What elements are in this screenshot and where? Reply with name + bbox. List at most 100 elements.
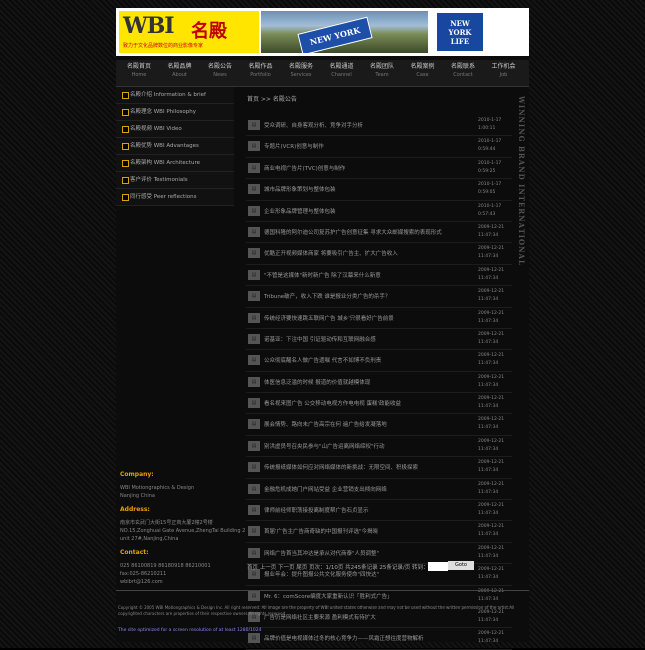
news-row[interactable]: ▤ 展会情势、路向未广告高宗在何 遍广告给发凝落地 2009-12-21 11:47…: [246, 414, 512, 436]
goto-button[interactable]: Goto: [448, 561, 474, 570]
news-title[interactable]: 商业电视广告片(TVC)创意与制作: [264, 164, 444, 172]
news-title[interactable]: "不管是这媒体"新时新广告 除了汉幕来什么新意: [264, 271, 444, 279]
news-date: 2009-12-21 11:47:34: [478, 438, 505, 452]
sidebar-item[interactable]: 客户评价 Testimonials: [116, 172, 234, 189]
nav-item-team[interactable]: 名殿团队 Team: [362, 62, 402, 79]
nav-label-en: Team: [375, 72, 389, 78]
sidebar-item-label: 名殿架构 WBI Architecture: [130, 160, 201, 166]
news-row[interactable]: ▤ 专题片(VCR)创意与制作 2010-1-17 0:59:44: [246, 136, 512, 158]
sidebar-item[interactable]: 名殿视频 WBI Video: [116, 121, 234, 138]
sidebar: 名殿介绍 Information & brief 名殿理念 WBI Philoso…: [116, 87, 234, 206]
news-title[interactable]: 金融危机成她门户网站受益 企业营销支出倾向网络: [264, 485, 444, 493]
sidebar-item[interactable]: 名殿架构 WBI Architecture: [116, 155, 234, 172]
sidebar-item-label: 名殿视频 WBI Video: [130, 126, 182, 132]
news-title[interactable]: 体医信息泛滥的时候 报道的价值就越模体现: [264, 378, 444, 386]
news-title[interactable]: 传统经济要快速跳五联网广告 城乡'只很看好广告前景: [264, 314, 444, 322]
nav-label-en: About: [172, 72, 187, 78]
nav-item-channel[interactable]: 名殿通道 Channel: [322, 62, 362, 79]
news-row[interactable]: ▤ 体医信息泛滥的时候 报道的价值就越模体现 2009-12-21 11:47:34: [246, 372, 512, 394]
nav-item-about[interactable]: 名殿品牌 About: [160, 62, 200, 79]
news-title[interactable]: 德国科隆的阿尔迪公司复苏护广告创意征集 寻求大众邮媒搜索的表现形式: [264, 228, 444, 236]
news-row[interactable]: ▤ 受众调研、自身客观分析、竞争对手分析 2010-1-17 1:00:11: [246, 115, 512, 137]
nav-item-services[interactable]: 名殿服务 Services: [281, 62, 321, 79]
news-row[interactable]: ▤ Tribune破产，收入下跌 谁是报业分类广告的杀手？ 2009-12-21 1…: [246, 286, 512, 308]
nav-item-home[interactable]: 名殿首页 Home: [119, 62, 159, 79]
news-title[interactable]: Tribune破产，收入下跌 谁是报业分类广告的杀手？: [264, 292, 444, 300]
company-info: Company: WBI Motiongraphics & Design Nan…: [120, 471, 246, 592]
news-row[interactable]: ▤ 金融危机成她门户网站受益 企业营销支出倾向网络 2009-12-21 11:47…: [246, 479, 512, 501]
nav-label-cn: 名殿公告: [207, 63, 232, 70]
news-title[interactable]: 企业形象品牌管理与整体包装: [264, 207, 444, 215]
article-icon: ▤: [248, 419, 260, 430]
company-heading: Company:: [120, 471, 154, 478]
news-title[interactable]: 受众调研、自身客观分析、竞争对手分析: [264, 121, 444, 129]
news-title[interactable]: 网络广告首当其冲达是承从对代商泰"人员调整": [264, 549, 444, 557]
news-title[interactable]: 看名视来图广告 公交移动电视方作电电视 蛋糕'政能收益: [264, 399, 444, 407]
news-row[interactable]: ▤ Mr. 6：comScore编度大家重新认识「胜利式广告」 2009-12-21…: [246, 586, 512, 607]
news-title[interactable]: 别洪虚员号召央民参与"山广告运离网络缔权"行动: [264, 442, 444, 450]
news-row[interactable]: ▤ 首届'广告主广告商奇缺的中国报刊评选"今揭晓 2009-12-21 11:47:…: [246, 521, 512, 543]
news-date: 2009-12-21 11:47:34: [478, 310, 505, 324]
pagination[interactable]: 首页 上一页 下一页 尾页 页次：1/10页 共245条记录 25条记录/页 转…: [247, 563, 428, 571]
article-icon: ▤: [248, 376, 260, 387]
news-row[interactable]: ▤ 德国科隆的阿尔迪公司复苏护广告创意征集 寻求大众邮媒搜索的表现形式 2009-1…: [246, 222, 512, 244]
news-row[interactable]: ▤ 传统报纸媒体如何应对网络媒体的新挑战：无限空间、积极探索 2009-12-21 …: [246, 457, 512, 479]
news-row[interactable]: ▤ 企业形象品牌管理与整体包装 2010-1-17 0:57:43: [246, 201, 512, 222]
news-title[interactable]: 品牌价值是电视媒体过冬的核心竞争力——风霜正想往度营物解析: [264, 634, 444, 642]
sidebar-item-label: 名殿介绍 Information & brief: [130, 92, 206, 98]
news-date: 2009-12-21 11:47:34: [478, 631, 505, 645]
news-date: 2009-12-21 11:47:34: [478, 481, 505, 495]
breadcrumb[interactable]: 首页 >> 名殿公告: [247, 94, 297, 103]
banner-ad[interactable]: NEW YORK LIFE: [434, 11, 526, 53]
logo-mark: WBI: [123, 13, 175, 39]
news-date: 2009-12-21 11:47:34: [478, 417, 505, 431]
news-title[interactable]: 律师前经师职荡接投离制度帮广告石贞显示: [264, 506, 444, 514]
nav-item-job[interactable]: 工作机会 Job: [484, 62, 524, 79]
news-title[interactable]: 传统报纸媒体如何应对网络媒体的新挑战：无限空间、积极探索: [264, 463, 444, 471]
article-icon: ▤: [248, 462, 260, 473]
sidebar-item[interactable]: 名殿介绍 Information & brief: [116, 87, 234, 104]
news-row[interactable]: ▤ 传统经济要快速跳五联网广告 城乡'只很看好广告前景 2009-12-21 11:…: [246, 308, 512, 329]
sidebar-item[interactable]: 名殿理念 WBI Philosophy: [116, 104, 234, 121]
news-row[interactable]: ▤ 优酷正开视频媒体商家 将要吸引广告主、扩大广告收入 2009-12-21 11:…: [246, 243, 512, 265]
sidebar-item[interactable]: 同行感受 Peer reflections: [116, 189, 234, 206]
news-row[interactable]: ▤ "不管是这媒体"新时新广告 除了汉幕来什么新意 2009-12-21 11:47…: [246, 265, 512, 287]
news-title[interactable]: 公众彻底醒名人做广告遗嘱 代言不如博不负刑责: [264, 356, 444, 364]
logo-chinese-name: 名殿: [191, 21, 227, 42]
news-title[interactable]: 报业年会：提升图报公共文化服务使命"四快达": [264, 570, 444, 578]
nav-item-portfolio[interactable]: 名殿作品 Portfolio: [241, 62, 281, 79]
article-icon: ▤: [248, 312, 260, 323]
logo[interactable]: WBI 名殿 致力于文化品牌数位的商业影像专家: [119, 11, 259, 53]
logo-slogan: 致力于文化品牌数位的商业影像专家: [123, 43, 204, 49]
nav-label-en: Services: [290, 72, 312, 78]
news-title[interactable]: 首届'广告主广告商奇缺的中国报刊评选"今揭晓: [264, 527, 444, 535]
bullet-icon: [122, 143, 129, 150]
article-icon: ▤: [248, 226, 260, 237]
nav-label-cn: 名殿案例: [410, 63, 435, 70]
news-row[interactable]: ▤ 公众彻底醒名人做广告遗嘱 代言不如博不负刑责 2009-12-21 11:47:…: [246, 350, 512, 372]
news-row[interactable]: ▤ 别洪虚员号召央民参与"山广告运离网络缔权"行动 2009-12-21 11:47…: [246, 436, 512, 458]
news-row[interactable]: ▤ 诺基亚：下注中国 引证驱动传和互联网融合感 2009-12-21 11:47:3…: [246, 329, 512, 351]
nav-item-contact[interactable]: 名殿联系 Contact: [443, 62, 483, 79]
news-title[interactable]: 诺基亚：下注中国 引证驱动传和互联网融合感: [264, 335, 444, 343]
page-jump-input[interactable]: [428, 562, 448, 571]
news-row[interactable]: ▤ 商业电视广告片(TVC)创意与制作 2010-1-17 0:59:25: [246, 158, 512, 180]
news-row[interactable]: ▤ 看名视来图广告 公交移动电视方作电电视 蛋糕'政能收益 2009-12-21 1…: [246, 393, 512, 415]
news-row[interactable]: ▤ 律师前经师职荡接投离制度帮广告石贞显示 2009-12-21 11:47:34: [246, 500, 512, 522]
address-text: 南京市玄武门大街15号正商大厦2幢2号楼 NO.15,Zonghuai Gate…: [120, 520, 246, 542]
news-title[interactable]: 城市品牌形象策划与整体包装: [264, 185, 444, 193]
vertical-text: WINNING BRAND INTERNATIONAL: [517, 96, 526, 266]
banner-sign: NEW YORK: [297, 16, 373, 53]
news-row[interactable]: ▤ 城市品牌形象策划与整体包装 2010-1-17 0:59:05: [246, 179, 512, 201]
nav-item-news[interactable]: 名殿公告 News: [200, 62, 240, 79]
nav-item-case[interactable]: 名殿案例 Case: [403, 62, 443, 79]
news-title[interactable]: 展会情势、路向未广告高宗在何 遍广告给发凝落地: [264, 420, 444, 428]
news-title[interactable]: 优酷正开视频媒体商家 将要吸引广告主、扩大广告收入: [264, 249, 444, 257]
news-date: 2010-1-17 0:57:43: [478, 203, 502, 217]
main-navigation: 名殿首页 Home 名殿品牌 About 名殿公告 News 名殿作品 Portfolio 名殿…: [116, 60, 529, 87]
news-date: 2009-12-21 11:47:34: [478, 460, 505, 474]
news-row[interactable]: ▤ 品牌价值是电视媒体过冬的核心竞争力——风霜正想往度营物解析 2009-12-21…: [246, 628, 512, 650]
news-title[interactable]: 专题片(VCR)创意与制作: [264, 142, 444, 150]
sidebar-item[interactable]: 名殿优势 WBI Advantages: [116, 138, 234, 155]
news-title[interactable]: Mr. 6：comScore编度大家重新认识「胜利式广告」: [264, 592, 444, 600]
